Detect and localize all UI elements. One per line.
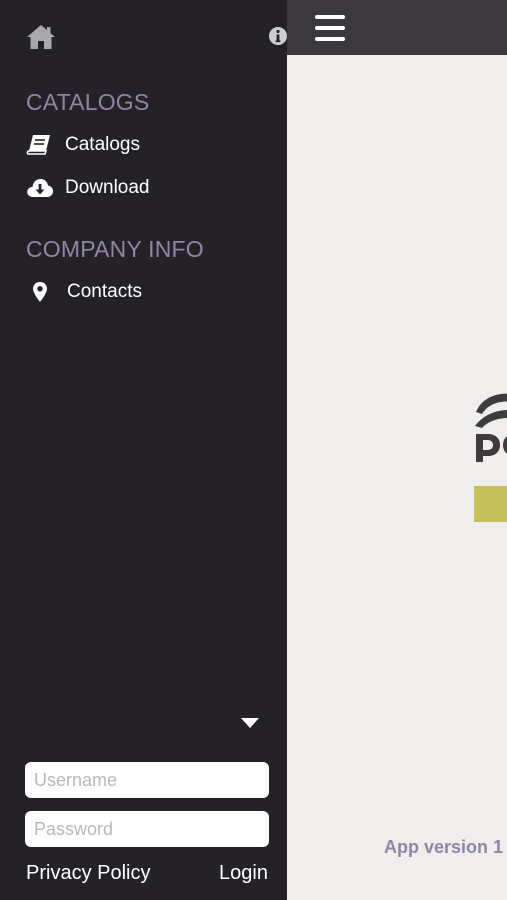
- privacy-policy-link[interactable]: Privacy Policy: [26, 862, 150, 885]
- section-title-catalogs: CATALOGS: [26, 89, 150, 115]
- brand-logo: [474, 390, 507, 465]
- sidebar-item-download[interactable]: Download: [26, 172, 266, 204]
- sidebar-item-catalogs[interactable]: Catalogs: [26, 129, 266, 161]
- info-button[interactable]: [268, 26, 288, 46]
- sidebar: CATALOGS Catalogs Download COMPANY INFO: [0, 0, 287, 900]
- section-title-company-info: COMPANY INFO: [26, 236, 204, 262]
- home-icon: [27, 25, 55, 49]
- cloud-download-icon: [26, 176, 54, 200]
- info-icon: [269, 27, 287, 45]
- sidebar-item-label: Catalogs: [65, 134, 140, 155]
- home-button[interactable]: [26, 24, 56, 52]
- caret-down-icon: [241, 718, 259, 728]
- hamburger-icon: [315, 15, 345, 19]
- accent-bar: [474, 486, 507, 522]
- sidebar-item-label: Download: [65, 177, 150, 198]
- sidebar-item-label: Contacts: [67, 281, 142, 302]
- login-panel-toggle[interactable]: [239, 716, 261, 732]
- password-input[interactable]: [25, 811, 269, 847]
- sidebar-item-contacts[interactable]: Contacts: [26, 276, 266, 308]
- top-bar: [287, 0, 507, 55]
- login-button[interactable]: Login: [219, 862, 268, 885]
- map-pin-icon: [26, 280, 54, 304]
- book-icon: [26, 133, 54, 157]
- username-input[interactable]: [25, 762, 269, 798]
- app-version-label: App version 1: [384, 837, 504, 857]
- menu-button[interactable]: [315, 15, 345, 41]
